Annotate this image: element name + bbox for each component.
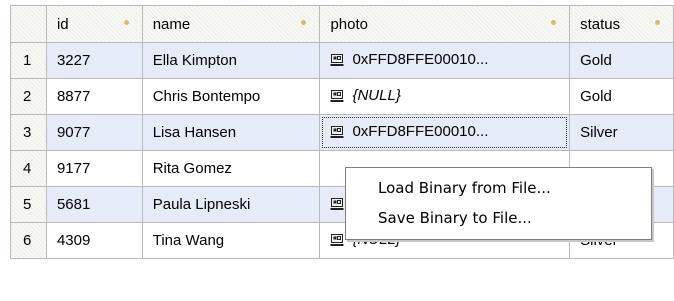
status-cell[interactable]: Gold bbox=[569, 78, 674, 115]
name-cell[interactable]: Ella Kimpton bbox=[141, 42, 321, 79]
column-header-id[interactable]: id bbox=[45, 5, 143, 43]
sort-indicator-icon[interactable] bbox=[301, 20, 307, 25]
load-binary-menu-item[interactable]: Load Binary from File... bbox=[346, 174, 651, 202]
column-header-label: id bbox=[56, 15, 69, 33]
name-cell[interactable]: Tina Wang bbox=[141, 222, 321, 259]
binary-data-icon bbox=[330, 197, 344, 215]
photo-value: 0xFFD8FFE00010... bbox=[352, 122, 489, 140]
id-cell[interactable]: 9177 bbox=[45, 150, 143, 187]
column-header-name[interactable]: name bbox=[141, 5, 321, 43]
row-number-cell[interactable]: 6 bbox=[10, 222, 47, 259]
name-cell[interactable]: Rita Gomez bbox=[141, 150, 321, 187]
id-cell[interactable]: 5681 bbox=[45, 186, 143, 223]
row-number-cell[interactable]: 5 bbox=[10, 186, 47, 223]
name-cell[interactable]: Paula Lipneski bbox=[141, 186, 321, 223]
column-header-label: name bbox=[152, 15, 191, 33]
photo-cell[interactable]: 0xFFD8FFE00010... bbox=[319, 42, 571, 79]
row-number-cell[interactable]: 3 bbox=[10, 114, 47, 151]
row-number-cell[interactable]: 1 bbox=[10, 42, 47, 79]
id-cell[interactable]: 8877 bbox=[45, 78, 143, 115]
status-cell[interactable]: Silver bbox=[569, 114, 674, 151]
column-header-label: status bbox=[580, 15, 621, 33]
table-row[interactable]: 1 3227 Ella Kimpton 0xFFD8FFE00010... Gold bbox=[10, 42, 674, 79]
row-number-cell[interactable]: 4 bbox=[10, 150, 47, 187]
id-cell[interactable]: 4309 bbox=[45, 222, 143, 259]
photo-value: 0xFFD8FFE00010... bbox=[352, 50, 489, 68]
table-row[interactable]: 2 8877 Chris Bontempo {NULL} Gold bbox=[10, 78, 674, 115]
column-header-photo[interactable]: photo bbox=[319, 5, 571, 43]
binary-data-icon bbox=[330, 125, 344, 143]
binary-data-icon bbox=[330, 89, 344, 107]
table-row[interactable]: 3 9077 Lisa Hansen 0xFFD8FFE00010... Silver bbox=[10, 114, 674, 151]
status-cell[interactable]: Gold bbox=[569, 42, 674, 79]
row-number-header[interactable] bbox=[10, 5, 47, 43]
name-cell[interactable]: Lisa Hansen bbox=[141, 114, 321, 151]
id-cell[interactable]: 9077 bbox=[45, 114, 143, 151]
sort-indicator-icon[interactable] bbox=[655, 20, 660, 25]
photo-cell[interactable]: 0xFFD8FFE00010... bbox=[319, 114, 571, 151]
name-cell[interactable]: Chris Bontempo bbox=[141, 78, 321, 115]
id-cell[interactable]: 3227 bbox=[45, 42, 143, 79]
context-menu: Load Binary from File... Save Binary to … bbox=[345, 167, 652, 240]
binary-data-icon bbox=[330, 53, 344, 71]
row-number-cell[interactable]: 2 bbox=[10, 78, 47, 115]
column-header-label: photo bbox=[330, 15, 369, 33]
sort-indicator-icon[interactable] bbox=[551, 20, 557, 25]
save-binary-menu-item[interactable]: Save Binary to File... bbox=[346, 204, 651, 232]
column-header-status[interactable]: status bbox=[569, 5, 674, 43]
photo-cell[interactable]: {NULL} bbox=[319, 78, 571, 115]
header-row: id name photo status bbox=[10, 5, 674, 43]
binary-data-icon bbox=[330, 233, 344, 251]
photo-value: {NULL} bbox=[352, 86, 401, 104]
sort-indicator-icon[interactable] bbox=[123, 20, 129, 25]
